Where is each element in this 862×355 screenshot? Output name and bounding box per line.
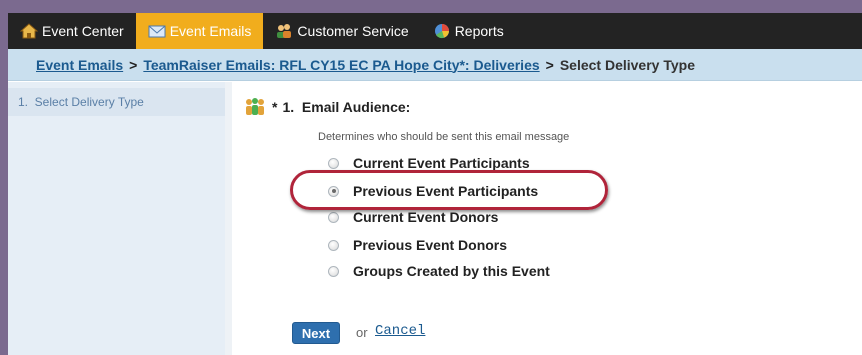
tab-label: Event Center	[42, 23, 124, 39]
sidebar-item-label: 1. Select Delivery Type	[18, 95, 144, 109]
radio-button[interactable]	[328, 211, 339, 223]
cancel-link[interactable]: Cancel	[375, 323, 425, 339]
option-groups-created-by-event[interactable]: Groups Created by this Event	[328, 263, 550, 279]
group-icon	[244, 98, 266, 116]
option-label: Previous Event Donors	[353, 237, 508, 253]
breadcrumb-separator: >	[129, 56, 138, 73]
required-marker: *	[272, 99, 278, 115]
sidebar: 1. Select Delivery Type	[8, 82, 225, 355]
people-icon	[275, 23, 293, 39]
breadcrumb-link-deliveries[interactable]: TeamRaiser Emails: RFL CY15 EC PA Hope C…	[143, 57, 539, 73]
tab-label: Customer Service	[297, 23, 409, 39]
option-current-event-donors[interactable]: Current Event Donors	[328, 209, 498, 225]
radio-button[interactable]	[328, 157, 339, 169]
section-heading: * 1. Email Audience:	[244, 98, 410, 116]
tab-customer-service[interactable]: Customer Service	[263, 13, 420, 49]
or-label: or	[356, 325, 368, 340]
radio-button[interactable]	[328, 239, 339, 251]
window-top-border	[0, 0, 862, 13]
tab-label: Reports	[454, 23, 504, 39]
tab-reports[interactable]: Reports	[421, 13, 516, 49]
highlight-annotation	[290, 170, 608, 210]
envelope-icon	[148, 23, 166, 39]
breadcrumb-link-event-emails[interactable]: Event Emails	[36, 57, 123, 73]
pie-chart-icon	[433, 23, 451, 39]
main-content: * 1. Email Audience: Determines who shou…	[232, 82, 862, 355]
tab-label: Event Emails	[169, 23, 252, 39]
radio-button[interactable]	[328, 265, 339, 277]
breadcrumb-separator: >	[545, 56, 554, 73]
option-previous-event-donors[interactable]: Previous Event Donors	[328, 237, 507, 253]
next-button[interactable]: Next	[292, 322, 340, 344]
panel-divider	[225, 82, 232, 355]
section-description: Determines who should be sent this email…	[318, 131, 570, 143]
home-icon	[19, 23, 39, 39]
option-label: Current Event Donors	[353, 209, 499, 225]
tab-event-center[interactable]: Event Center	[8, 13, 136, 49]
breadcrumb-current: Select Delivery Type	[559, 56, 695, 73]
section-title: 1. Email Audience:	[282, 99, 411, 115]
top-nav: Event Center Event Emails Customer Servi…	[8, 13, 862, 49]
breadcrumb: Event Emails > TeamRaiser Emails: RFL CY…	[8, 49, 862, 81]
option-current-event-participants[interactable]: Current Event Participants	[328, 155, 530, 171]
option-label: Groups Created by this Event	[353, 263, 550, 279]
tab-event-emails[interactable]: Event Emails	[135, 13, 264, 49]
option-label: Current Event Participants	[353, 155, 530, 171]
sidebar-item-select-delivery-type[interactable]: 1. Select Delivery Type	[8, 88, 225, 116]
